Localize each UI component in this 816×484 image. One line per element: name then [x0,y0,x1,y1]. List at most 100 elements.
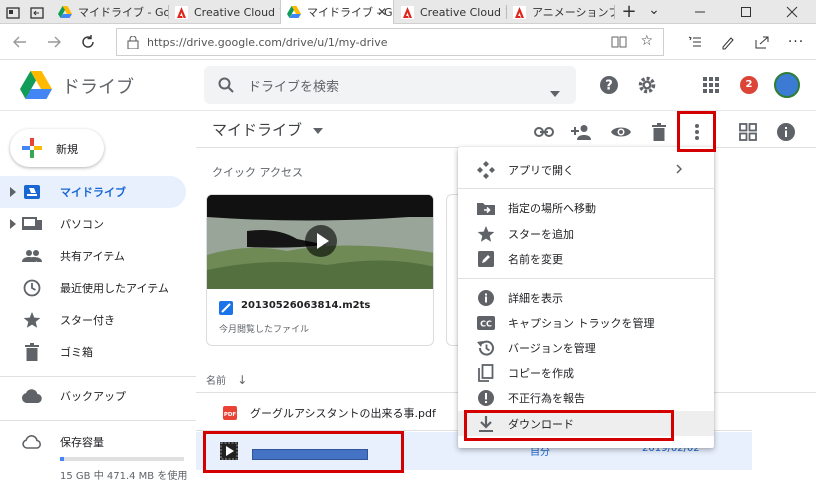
link-icon[interactable] [530,118,558,146]
name-column-header[interactable]: 名前 ↓ [206,372,247,387]
plus-icon [22,138,42,162]
svg-text:CC: CC [480,319,492,328]
browser-tab[interactable]: アニメーションプリセ [506,0,614,24]
adobe-icon [400,5,414,19]
browser-tab[interactable]: Creative Cloud ア [394,0,506,24]
name-column-label: 名前 [206,376,226,387]
sidebar-divider [0,420,196,421]
search-box[interactable]: ドライブを検索 [204,66,576,104]
apps-open-icon [476,160,496,180]
sidebar-item-trash[interactable]: ゴミ箱 [0,336,186,368]
adobe-icon [174,5,188,19]
browser-tab-active[interactable]: マイドライブ - G ✕ [280,0,394,24]
new-tab-button[interactable]: + [620,1,638,23]
app-title[interactable]: ドライブ [62,73,134,99]
more-options-icon[interactable]: ··· [784,30,808,54]
history-icon [476,338,496,358]
expand-arrow-icon[interactable] [10,219,16,232]
search-options-icon[interactable] [550,82,560,101]
sidebar-item-label: ゴミ箱 [60,346,93,359]
sidebar-item-backup[interactable]: バックアップ [0,380,186,412]
drive-icon [58,5,72,19]
menu-item-open-with[interactable]: アプリで開く [458,157,714,182]
info-icon[interactable] [772,118,800,146]
address-bar-row: https://drive.google.com/drive/u/1/my-dr… [0,24,816,60]
browser-tab[interactable]: マイドライブ - Goog [52,0,168,24]
search-input[interactable]: ドライブを検索 [248,76,339,95]
new-button[interactable]: 新規 [10,129,104,167]
favorites-icon[interactable] [682,30,706,54]
preview-eye-icon[interactable] [607,118,635,146]
lock-icon [127,35,139,52]
quick-access-label: クイック アクセス [212,166,303,179]
sidebar-item-shared[interactable]: 共有アイテム [0,240,186,272]
avatar[interactable] [774,72,800,98]
sidebar-item-my-drive[interactable]: マイドライブ [0,176,186,208]
rename-icon [476,249,496,269]
trash-icon[interactable] [645,118,673,146]
menu-item-add-star[interactable]: スターを追加 [458,221,714,246]
drive-header: ドライブ ドライブを検索 ? 2 [0,60,816,110]
tab-back-icon[interactable] [30,5,44,19]
close-window-button[interactable] [780,4,804,20]
gear-icon[interactable] [636,74,658,96]
menu-item-label: コピーを作成 [508,366,574,380]
tab-list-chevron-icon[interactable]: ⌄ [646,2,662,22]
trash-icon [22,342,42,362]
quick-card-subtitle: 今月閲覧したファイル [219,325,310,335]
minimize-button[interactable] [688,4,712,20]
menu-item-label: 名前を変更 [508,252,563,266]
sidebar-divider [0,376,196,377]
forward-button[interactable] [42,30,66,54]
sidebar-item-label: スター付き [60,314,115,327]
maximize-button[interactable] [734,4,758,20]
drive-logo-icon[interactable] [20,71,52,99]
add-person-icon[interactable] [568,118,596,146]
sidebar-item-label: 共有アイテム [60,250,125,263]
browser-tab-bar: マイドライブ - Goog Creative Cloud ア マイドライブ - … [0,0,816,24]
tab-title: Creative Cloud ア [420,6,506,19]
menu-item-captions[interactable]: CC キャプション トラックを管理 [458,310,714,335]
notification-badge[interactable]: 2 [740,76,758,94]
menu-item-copy[interactable]: コピーを作成 [458,360,714,385]
sidebar-item-starred[interactable]: スター付き [0,304,186,336]
cloud-icon [22,386,42,406]
back-button[interactable] [8,30,32,54]
url-field[interactable]: https://drive.google.com/drive/u/1/my-dr… [116,28,664,56]
help-icon[interactable]: ? [598,74,620,96]
search-icon[interactable] [218,77,234,97]
reading-view-icon[interactable] [611,35,627,52]
svg-text:PDF: PDF [224,412,237,418]
context-menu: アプリで開く 指定の場所へ移動 スターを追加 名前を変更 詳細を表示 CC キャ… [458,147,714,448]
sidebar-item-computers[interactable]: パソコン [0,208,186,240]
grid-view-icon[interactable] [734,118,762,146]
cc-icon: CC [476,313,496,333]
expand-arrow-icon[interactable] [10,187,16,200]
page-title[interactable]: マイドライブ [212,119,323,140]
pen-icon[interactable] [716,30,740,54]
menu-item-report[interactable]: 不正行為を報告 [458,385,714,410]
apps-grid-icon[interactable] [702,76,720,94]
submenu-chevron-icon [676,164,683,177]
menu-item-versions[interactable]: バージョンを管理 [458,335,714,360]
favorite-star-icon[interactable]: ☆ [640,33,653,49]
menu-item-details[interactable]: 詳細を表示 [458,285,714,310]
sidebar-item-storage[interactable]: 保存容量 [0,426,186,458]
tab-title: マイドライブ - Goog [78,6,168,19]
sidebar-item-recent[interactable]: 最近使用したアイテム [0,272,186,304]
tab-title: アニメーションプリセ [532,6,614,19]
share-icon[interactable] [750,30,774,54]
menu-item-label: 指定の場所へ移動 [508,201,596,215]
svg-text:?: ? [605,79,613,94]
sidebar-item-label: マイドライブ [60,186,126,199]
refresh-button[interactable] [76,30,100,54]
menu-item-rename[interactable]: 名前を変更 [458,246,714,271]
tab-preview-icon[interactable] [6,5,20,19]
close-tab-icon[interactable]: ✕ [377,5,387,19]
menu-item-label: 不正行為を報告 [508,391,585,405]
menu-item-move[interactable]: 指定の場所へ移動 [458,195,714,220]
browser-tab[interactable]: Creative Cloud ア [168,0,280,24]
sidebar-item-label: バックアップ [60,390,126,403]
play-icon[interactable] [305,225,337,257]
quick-access-card[interactable]: 20130526063814.m2ts 今月閲覧したファイル [206,194,434,346]
